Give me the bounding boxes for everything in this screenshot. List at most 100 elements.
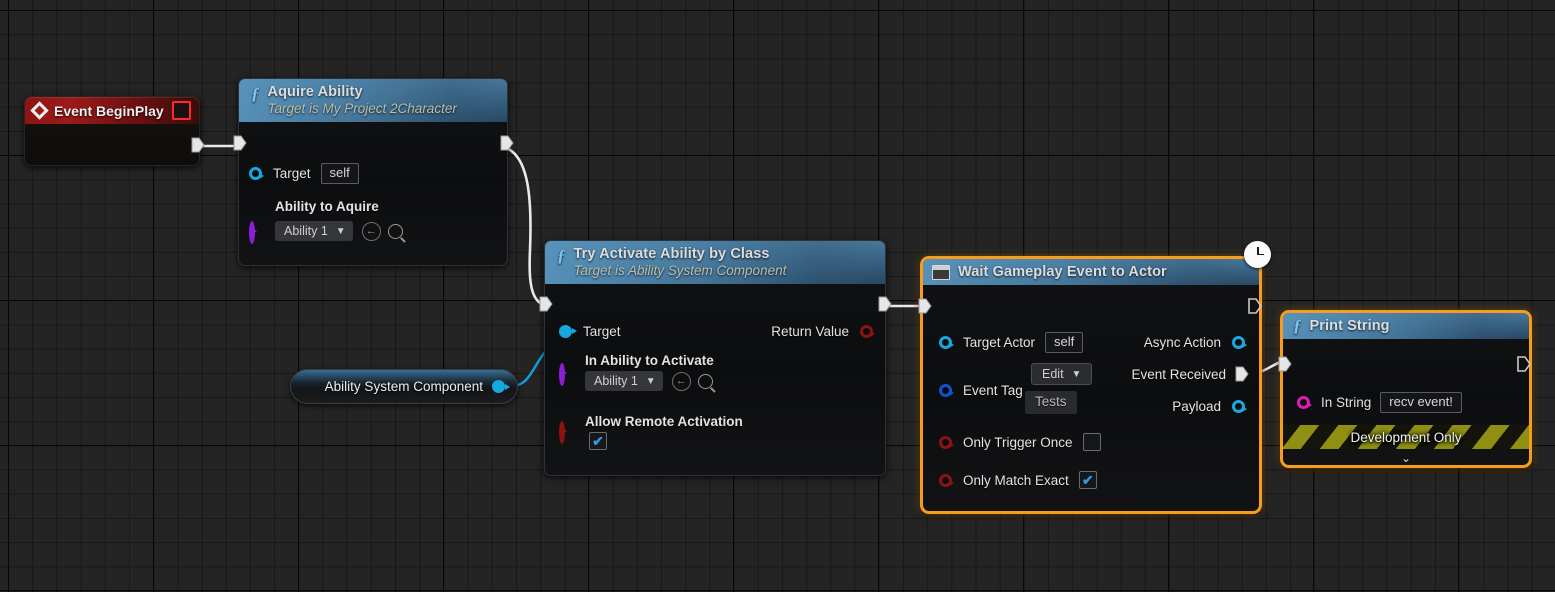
pin-row-async-action: Async Action bbox=[1143, 331, 1247, 353]
pin-label-only-trigger-once: Only Trigger Once bbox=[963, 434, 1073, 450]
exec-out-pin[interactable] bbox=[500, 135, 514, 156]
exec-in-pin[interactable] bbox=[233, 135, 247, 156]
target-object-pin[interactable] bbox=[559, 324, 577, 338]
ability-dropdown[interactable]: Ability 1 ▼ bbox=[275, 221, 353, 241]
exec-in-pin[interactable] bbox=[539, 296, 553, 317]
node-title: Try Activate Ability by Class bbox=[573, 246, 770, 262]
class-pin-icon[interactable] bbox=[559, 363, 565, 386]
only-trigger-once-checkbox[interactable] bbox=[1082, 433, 1101, 451]
pin-label-in-ability-to-activate: In Ability to Activate bbox=[585, 353, 714, 368]
pin-row-target: Target self bbox=[249, 162, 359, 184]
target-object-pin[interactable] bbox=[249, 166, 264, 180]
event-diamond-icon bbox=[30, 101, 49, 120]
chevron-down-icon: ▼ bbox=[645, 375, 656, 387]
pin-row-return-value: Return Value bbox=[771, 320, 875, 342]
node-wait-gameplay-event-to-actor[interactable]: Wait Gameplay Event to Actor Target Acto… bbox=[918, 241, 1271, 514]
node-print-string[interactable]: ƒ Print String In String recv event! Dev… bbox=[1278, 310, 1532, 468]
pin-row-only-match-exact: Only Match Exact ✔ bbox=[939, 469, 1097, 491]
pin-row-target-actor: Target Actor self bbox=[939, 331, 1084, 353]
in-string-value-field[interactable]: recv event! bbox=[1380, 391, 1462, 413]
allow-remote-bool-pin[interactable] bbox=[559, 421, 565, 444]
search-icon[interactable] bbox=[387, 223, 403, 239]
bool-pin-icon[interactable] bbox=[559, 421, 565, 444]
exec-out-pin[interactable] bbox=[191, 137, 205, 158]
exec-arrow-icon[interactable] bbox=[1235, 366, 1249, 382]
in-string-pin[interactable] bbox=[1297, 395, 1312, 409]
payload-pin[interactable] bbox=[1232, 399, 1247, 413]
node-header: Wait Gameplay Event to Actor bbox=[923, 259, 1259, 285]
node-event-begin-play[interactable]: Event BeginPlay bbox=[24, 96, 205, 166]
pin-label-async-action: Async Action bbox=[1143, 334, 1221, 350]
only-match-exact-bool-pin[interactable] bbox=[939, 473, 954, 487]
node-title: Wait Gameplay Event to Actor bbox=[958, 263, 1167, 280]
exec-arrow-icon bbox=[233, 135, 247, 151]
event-tag-struct-pin[interactable] bbox=[939, 383, 954, 397]
pin-label-target: Target bbox=[273, 165, 311, 181]
pin-label-return-value: Return Value bbox=[771, 323, 849, 339]
development-only-banner: Development Only bbox=[1283, 425, 1529, 449]
pin-row-target: Target bbox=[559, 320, 621, 342]
in-ability-to-activate-selector[interactable]: Ability 1 ▼ ← bbox=[585, 370, 713, 392]
in-ability-class-pin[interactable] bbox=[559, 363, 565, 386]
ability-dropdown-value: Ability 1 bbox=[594, 374, 638, 388]
event-tag-edit-button[interactable]: Edit ▼ bbox=[1031, 363, 1093, 385]
node-header: ƒ Print String bbox=[1283, 313, 1529, 339]
exec-out-pin[interactable] bbox=[878, 296, 892, 317]
ability-to-aquire-selector[interactable]: Ability 1 ▼ ← bbox=[275, 220, 403, 242]
node-subtitle: Target is Ability System Component bbox=[573, 263, 787, 278]
target-actor-pin[interactable] bbox=[939, 335, 954, 349]
async-action-pin[interactable] bbox=[1232, 335, 1247, 349]
node-header: ƒ Aquire Ability Target is My Project 2C… bbox=[239, 79, 507, 122]
variable-output-pin[interactable] bbox=[492, 380, 510, 393]
exec-in-pin[interactable] bbox=[1278, 356, 1292, 377]
exec-arrow-icon bbox=[878, 296, 892, 312]
ability-class-pin[interactable] bbox=[249, 221, 255, 244]
node-title: Event BeginPlay bbox=[54, 102, 164, 119]
checkbox-icon[interactable]: ✔ bbox=[589, 432, 607, 450]
pin-row-event-received: Event Received bbox=[1131, 363, 1249, 385]
pin-label-in-string: In String bbox=[1321, 394, 1372, 410]
exec-arrow-icon bbox=[500, 135, 514, 151]
ability-dropdown[interactable]: Ability 1 ▼ bbox=[585, 371, 663, 391]
event-tag-value: Tests bbox=[1025, 391, 1077, 414]
expand-collapse-caret-icon[interactable]: ⌄ bbox=[1283, 449, 1529, 468]
node-ability-system-component-variable[interactable]: Ability System Component bbox=[290, 369, 518, 404]
stop-square-icon[interactable] bbox=[172, 101, 191, 120]
development-only-label: Development Only bbox=[1350, 429, 1462, 445]
pin-label-target-actor: Target Actor bbox=[963, 334, 1036, 350]
class-pin-icon[interactable] bbox=[249, 221, 255, 244]
node-title: Print String bbox=[1309, 317, 1390, 334]
pin-row-in-string: In String recv event! bbox=[1297, 391, 1462, 413]
exec-arrow-icon bbox=[191, 137, 205, 153]
function-f-icon: ƒ bbox=[1293, 316, 1302, 335]
pin-label-ability-to-aquire: Ability to Aquire bbox=[275, 199, 379, 214]
exec-arrow-icon bbox=[1248, 298, 1262, 314]
pin-label-target: Target bbox=[583, 323, 621, 339]
node-aquire-ability[interactable]: ƒ Aquire Ability Target is My Project 2C… bbox=[233, 78, 514, 266]
pin-label-only-match-exact: Only Match Exact bbox=[963, 472, 1069, 488]
node-try-activate-ability-by-class[interactable]: ƒ Try Activate Ability by Class Target i… bbox=[539, 240, 892, 476]
browse-back-icon[interactable]: ← bbox=[671, 371, 691, 391]
chevron-down-icon: ▼ bbox=[335, 225, 346, 237]
exec-out-then-pin[interactable] bbox=[1248, 298, 1262, 319]
pin-row-event-tag: Event Tag bbox=[939, 379, 1023, 401]
function-f-icon: ƒ bbox=[251, 84, 260, 103]
only-match-exact-checkbox[interactable]: ✔ bbox=[1078, 471, 1097, 489]
browse-back-icon[interactable]: ← bbox=[361, 221, 381, 241]
edit-dropdown[interactable]: Edit ▼ bbox=[1031, 363, 1093, 385]
exec-arrow-icon bbox=[918, 298, 932, 314]
search-icon[interactable] bbox=[697, 373, 713, 389]
target-value-field[interactable]: self bbox=[320, 162, 359, 184]
exec-out-pin[interactable] bbox=[1517, 356, 1531, 377]
node-title: Aquire Ability bbox=[267, 84, 363, 100]
function-f-icon: ƒ bbox=[557, 246, 566, 265]
exec-in-pin[interactable] bbox=[918, 298, 932, 319]
target-actor-value-field[interactable]: self bbox=[1045, 331, 1084, 353]
allow-remote-activation-checkbox[interactable]: ✔ bbox=[589, 432, 607, 451]
pin-label-allow-remote-activation: Allow Remote Activation bbox=[585, 414, 743, 429]
return-value-bool-pin[interactable] bbox=[860, 324, 875, 338]
node-subtitle: Target is My Project 2Character bbox=[267, 101, 457, 116]
window-icon bbox=[932, 265, 950, 280]
only-trigger-once-bool-pin[interactable] bbox=[939, 435, 954, 449]
blueprint-graph-canvas[interactable]: Event BeginPlay ƒ Aquire Ability Target … bbox=[0, 0, 1555, 592]
